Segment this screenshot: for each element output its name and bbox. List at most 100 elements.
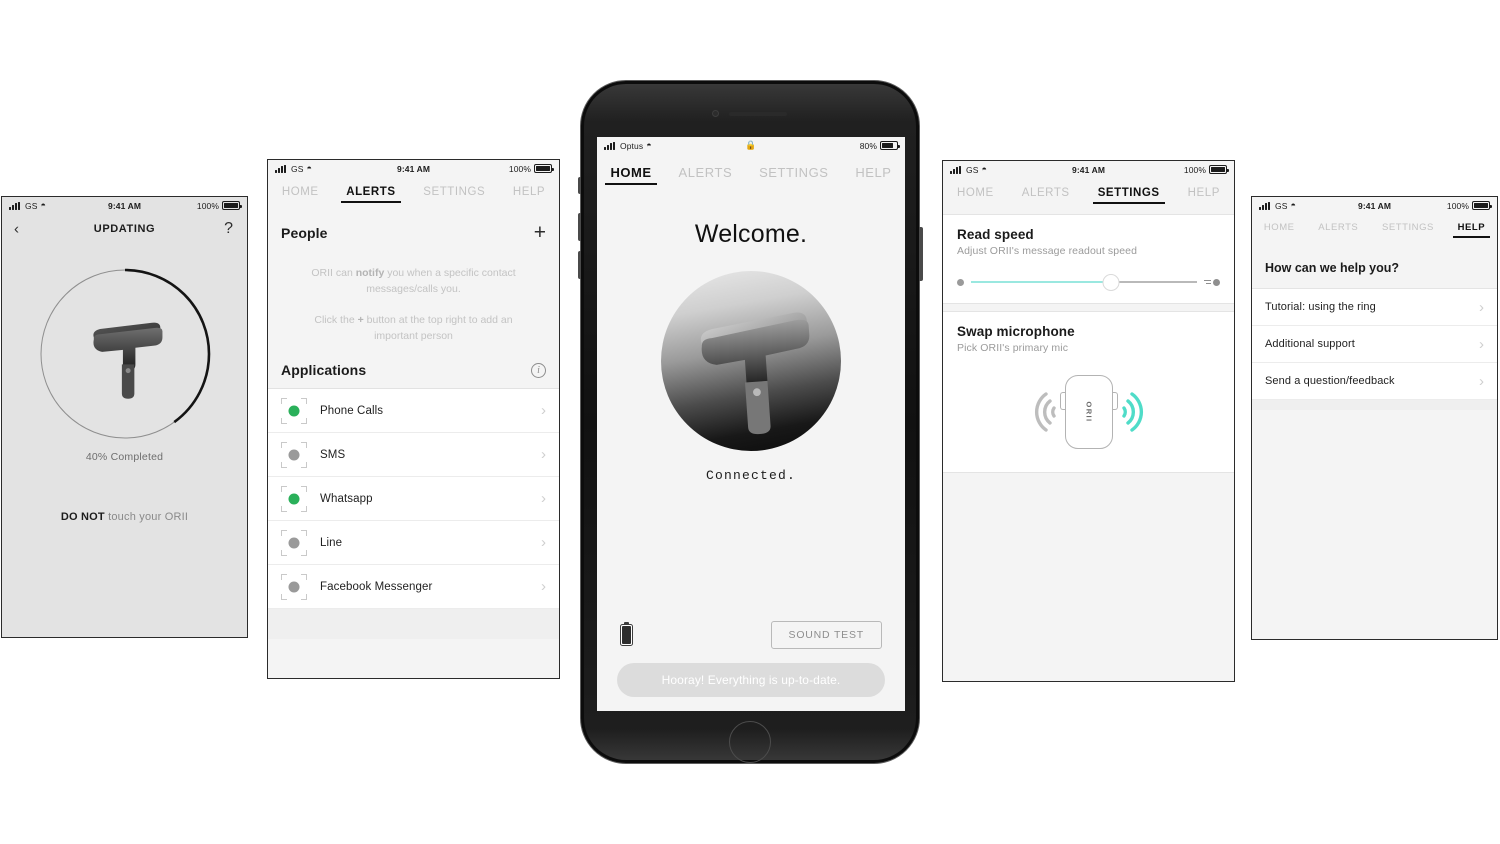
app-icon-placeholder (281, 529, 307, 556)
navigation-bar: ‹ UPDATING ? (2, 214, 247, 244)
back-chevron-icon[interactable]: ‹ (14, 222, 19, 237)
app-status-dot (288, 405, 300, 417)
battery-percent-label: 100% (508, 163, 532, 174)
tab-home[interactable]: HOME (282, 186, 319, 203)
status-bar-settings: GS ◓ 9:41 AM 100% (943, 161, 1234, 178)
tab-settings[interactable]: SETTINGS (1382, 222, 1434, 238)
battery-icon (1472, 201, 1493, 210)
tab-help[interactable]: HELP (513, 186, 545, 203)
orii-ring-hero-image (661, 271, 841, 451)
swap-microphone-title: Swap microphone (957, 324, 1075, 339)
slider-thumb[interactable] (1102, 273, 1120, 291)
carrier-label: GS (1275, 200, 1288, 211)
microphone-selector: ORII (957, 366, 1220, 458)
application-name: Phone Calls (320, 404, 384, 417)
app-status-dot (288, 537, 300, 549)
ring-battery-icon (620, 622, 633, 646)
help-topic-row[interactable]: Send a question/feedback › (1252, 363, 1497, 400)
clock-label: 9:41 AM (1072, 164, 1105, 175)
application-row[interactable]: Facebook Messenger › (268, 565, 559, 610)
help-topic-row[interactable]: Tutorial: using the ring › (1252, 289, 1497, 326)
swap-microphone-subtitle: Pick ORII's primary mic (957, 342, 1069, 354)
help-topic-label: Additional support (1265, 338, 1355, 350)
right-mic-waves-icon[interactable] (1121, 386, 1158, 438)
tab-help[interactable]: HELP (1188, 187, 1220, 204)
signal-icon (9, 201, 22, 210)
left-mic-waves-icon[interactable] (1020, 386, 1056, 438)
status-toast: Hooray! Everything is up-to-date. (617, 663, 885, 697)
sound-test-button[interactable]: SOUND TEST (770, 621, 882, 649)
clock-label: 9:41 AM (1358, 200, 1391, 211)
tab-help[interactable]: HELP (1452, 222, 1490, 238)
read-speed-card: Read speed Adjust ORII's message readout… (943, 214, 1234, 304)
swap-microphone-card: Swap microphone Pick ORII's primary mic … (943, 311, 1234, 473)
battery-percent-label: 100% (196, 200, 220, 211)
read-speed-slider[interactable] (971, 273, 1197, 291)
chevron-right-icon[interactable]: › (1479, 300, 1484, 315)
status-right: 80% (757, 141, 900, 151)
power-button[interactable] (919, 227, 923, 281)
app-icon-placeholder (281, 397, 307, 424)
device-brand-label: ORII (1084, 401, 1093, 423)
status-right: 100% (1391, 200, 1493, 211)
battery-icon (1209, 165, 1230, 174)
app-status-dot (288, 493, 300, 505)
status-left: GS ◓ (950, 165, 1072, 175)
chevron-right-icon[interactable]: › (541, 579, 546, 594)
tab-alerts[interactable]: ALERTS (679, 165, 733, 185)
clock-label: 9:41 AM (397, 163, 430, 174)
applications-section-title: Applications (281, 362, 367, 379)
chevron-right-icon[interactable]: › (541, 535, 546, 550)
tab-alerts[interactable]: ALERTS (1022, 187, 1070, 204)
empty-state-line-2: Click the + button at the top right to a… (294, 312, 533, 345)
status-left: GS ◓ (275, 164, 397, 174)
front-camera-icon (712, 110, 719, 117)
warning-rest-text: touch your ORII (104, 511, 189, 523)
tab-home[interactable]: HOME (1264, 222, 1295, 238)
update-progress-ring (39, 268, 211, 440)
read-speed-title: Read speed (957, 227, 1034, 242)
device-lug-right (1112, 392, 1118, 410)
add-person-button[interactable]: + (534, 222, 546, 243)
volume-up-button[interactable] (577, 213, 581, 241)
battery-icon (534, 164, 555, 173)
screen-home: Optus ◓ 🔒 80% HOME ALERTS SETTINGS HELP … (597, 137, 905, 711)
tab-settings[interactable]: SETTINGS (1092, 187, 1165, 204)
tab-home[interactable]: HOME (605, 165, 657, 185)
status-left: GS ◓ (9, 201, 108, 211)
tab-alerts[interactable]: ALERTS (1318, 222, 1358, 238)
screen-updating: GS ◓ 9:41 AM 100% ‹ UPDATING ? 40% Compl… (1, 196, 248, 638)
application-row[interactable]: Whatsapp › (268, 477, 559, 522)
chevron-right-icon[interactable]: › (541, 491, 546, 506)
empty-state-line-1: ORII can notify you when a specific cont… (294, 265, 533, 298)
volume-down-button[interactable] (577, 251, 581, 279)
app-icon-placeholder (281, 485, 307, 512)
chevron-right-icon[interactable]: › (541, 403, 546, 418)
app-icon-placeholder (281, 441, 307, 468)
home-button[interactable] (729, 721, 771, 763)
empty-line1-c: you when a specific contact messages/cal… (366, 267, 516, 296)
tab-settings[interactable]: SETTINGS (423, 186, 485, 203)
application-row[interactable]: Line › (268, 521, 559, 566)
help-question-icon[interactable]: ? (224, 221, 233, 237)
tab-settings[interactable]: SETTINGS (759, 165, 828, 185)
chevron-right-icon[interactable]: › (1479, 374, 1484, 389)
tab-alerts[interactable]: ALERTS (341, 186, 401, 203)
mute-switch[interactable] (577, 177, 581, 194)
application-row[interactable]: Phone Calls › (268, 389, 559, 434)
signal-icon (275, 164, 288, 173)
screenshot-canvas: GS ◓ 9:41 AM 100% ‹ UPDATING ? 40% Compl… (0, 0, 1500, 844)
tab-home[interactable]: HOME (957, 187, 994, 204)
application-name: Facebook Messenger (320, 580, 433, 593)
help-question-heading: How can we help you? (1252, 248, 1497, 288)
application-row[interactable]: SMS › (268, 433, 559, 478)
help-topic-row[interactable]: Additional support › (1252, 326, 1497, 363)
app-icon-placeholder (281, 573, 307, 600)
application-name: Whatsapp (320, 492, 373, 505)
tab-help[interactable]: HELP (855, 165, 891, 185)
applications-section-header: Applications i (268, 344, 559, 389)
chevron-right-icon[interactable]: › (541, 447, 546, 462)
info-icon[interactable]: i (531, 362, 546, 378)
battery-percent-label: 100% (1446, 200, 1470, 211)
chevron-right-icon[interactable]: › (1479, 337, 1484, 352)
